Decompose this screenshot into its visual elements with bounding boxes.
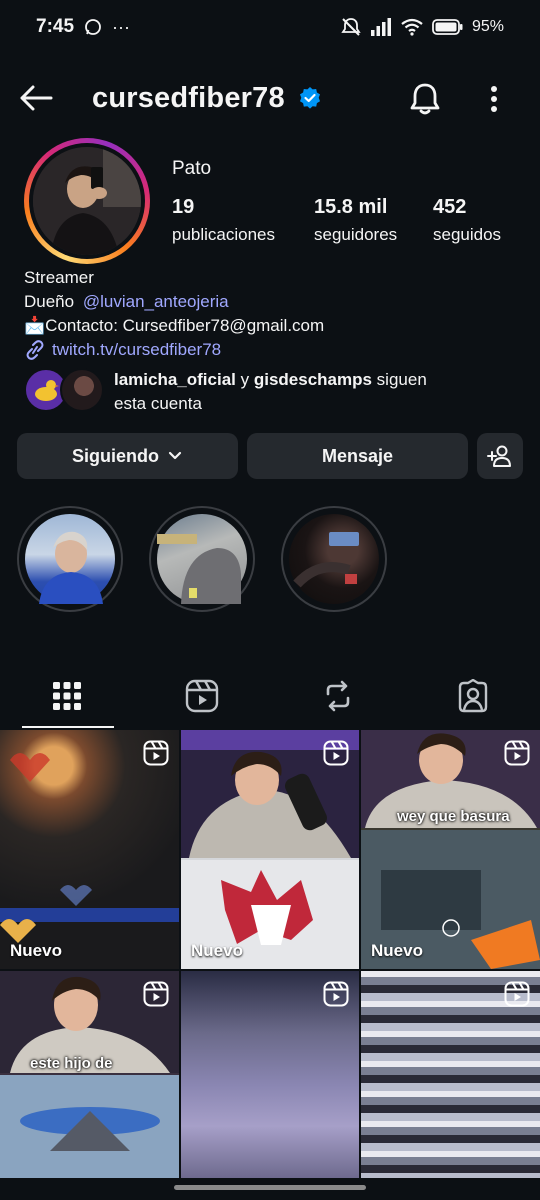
following-button-label: Siguiendo bbox=[72, 445, 159, 466]
story-highlight[interactable] bbox=[281, 506, 387, 612]
tab-reposts[interactable] bbox=[293, 666, 383, 726]
posts-label: publicaciones bbox=[172, 225, 276, 244]
new-post-label: Nuevo bbox=[10, 941, 62, 960]
more-options-button[interactable] bbox=[480, 82, 508, 116]
add-person-icon bbox=[487, 445, 511, 467]
repost-icon bbox=[326, 680, 350, 712]
mutual-suffix-line2: esta cuenta bbox=[114, 394, 202, 413]
more-vertical-icon bbox=[491, 86, 497, 112]
wifi-icon bbox=[400, 18, 424, 36]
whatsapp-icon bbox=[84, 18, 102, 36]
threads-mention-link[interactable]: @luvian_anteojeria bbox=[83, 290, 229, 314]
tab-reels[interactable] bbox=[157, 666, 247, 726]
reels-icon bbox=[185, 679, 219, 713]
mutual-suffix: siguen bbox=[371, 370, 427, 389]
story-highlight-cover bbox=[289, 514, 379, 604]
followers-count: 15.8 mil bbox=[314, 196, 388, 218]
mutual-connector: y bbox=[235, 370, 254, 389]
link-icon bbox=[26, 340, 44, 360]
reel-indicator-icon bbox=[143, 740, 169, 766]
grid-post[interactable] bbox=[181, 971, 359, 1178]
bio-contact: 📩Contacto: Cursedfiber78@gmail.com bbox=[24, 316, 325, 335]
battery-icon bbox=[432, 18, 464, 36]
active-tab-indicator bbox=[22, 726, 114, 728]
grid-icon bbox=[53, 682, 81, 710]
battery-percentage: 95% bbox=[471, 18, 504, 35]
following-label: seguidos bbox=[433, 225, 502, 244]
notification-dots: ··· bbox=[112, 16, 131, 37]
grid-post[interactable] bbox=[361, 971, 540, 1178]
tab-tagged[interactable] bbox=[428, 666, 518, 726]
suggest-users-button[interactable] bbox=[477, 433, 523, 479]
tab-posts-grid[interactable] bbox=[22, 666, 112, 726]
followers-stat[interactable]: 15.8 mil seguidores bbox=[314, 196, 397, 245]
bio-owner-text: Dueño bbox=[24, 292, 75, 311]
message-button[interactable]: Mensaje bbox=[247, 433, 468, 479]
posts-stat[interactable]: 19 publicaciones bbox=[172, 196, 275, 245]
following-count: 452 bbox=[433, 196, 467, 218]
reel-indicator-icon bbox=[504, 740, 530, 766]
following-dropdown-button[interactable]: Siguiendo bbox=[17, 433, 238, 479]
grid-post[interactable]: Nuevo bbox=[181, 730, 359, 969]
profile-header: cursedfiber78 bbox=[0, 68, 540, 128]
bio-external-link[interactable]: twitch.tv/cursedfiber78 bbox=[52, 338, 221, 362]
bell-icon bbox=[410, 83, 440, 115]
new-post-label: Nuevo bbox=[371, 941, 423, 960]
back-arrow-icon bbox=[20, 85, 53, 111]
story-highlight[interactable] bbox=[149, 506, 255, 612]
tagged-person-icon bbox=[458, 679, 488, 713]
profile-stats: 19 publicaciones 15.8 mil seguidores 452… bbox=[172, 196, 532, 252]
profile-bio: Streamer Dueño @luvian_anteojeria 📩Conta… bbox=[24, 266, 524, 362]
bio-line-2: Dueño @luvian_anteojeria bbox=[24, 290, 524, 314]
mutual-followers[interactable]: lamicha_oficial y gisdeschamps siguen es… bbox=[24, 368, 524, 418]
bio-line-1: Streamer bbox=[24, 268, 94, 287]
profile-content-tabs bbox=[0, 666, 540, 730]
status-bar: 7:45 ··· 95% bbox=[0, 0, 540, 54]
reel-indicator-icon bbox=[323, 740, 349, 766]
message-button-label: Mensaje bbox=[321, 445, 394, 466]
grid-post[interactable]: este hijo de bbox=[0, 971, 179, 1178]
mutual-follower-name: lamicha_oficial bbox=[114, 370, 236, 389]
avatar bbox=[33, 147, 141, 255]
reel-indicator-icon bbox=[323, 981, 349, 1007]
reel-indicator-icon bbox=[504, 981, 530, 1007]
mutual-follower-name: gisdeschamps bbox=[253, 370, 372, 389]
post-caption-overlay: wey que basura bbox=[397, 808, 510, 825]
reel-indicator-icon bbox=[143, 981, 169, 1007]
status-time: 7:45 bbox=[36, 16, 75, 37]
bio-link-row[interactable]: twitch.tv/cursedfiber78 bbox=[24, 338, 524, 362]
story-highlight-cover bbox=[157, 514, 247, 604]
posts-count: 19 bbox=[172, 196, 195, 218]
grid-post[interactable]: Nuevo bbox=[0, 730, 179, 969]
profile-display-name: Pato bbox=[172, 158, 212, 179]
notifications-bell-button[interactable] bbox=[406, 80, 444, 118]
mutual-follower-avatar bbox=[60, 368, 104, 412]
signal-icon bbox=[370, 18, 392, 36]
story-highlight[interactable] bbox=[17, 506, 123, 612]
posts-grid: Nuevo Nuevo wey que basura Nuevo este hi… bbox=[0, 730, 540, 1178]
profile-avatar-story-ring[interactable] bbox=[24, 138, 150, 264]
new-post-label: Nuevo bbox=[191, 941, 243, 960]
followers-label: seguidores bbox=[314, 225, 398, 244]
profile-username: cursedfiber78 bbox=[92, 81, 285, 114]
back-button[interactable] bbox=[18, 80, 54, 116]
grid-post[interactable]: wey que basura Nuevo bbox=[361, 730, 540, 969]
following-stat[interactable]: 452 seguidos bbox=[433, 196, 501, 245]
mute-icon bbox=[340, 17, 362, 37]
chevron-down-icon bbox=[168, 451, 182, 460]
story-highlight-cover bbox=[25, 514, 115, 604]
verified-badge-icon bbox=[299, 87, 320, 109]
mutual-followers-text: lamicha_oficial y gisdeschamps siguen es… bbox=[114, 368, 427, 416]
gesture-home-bar[interactable] bbox=[174, 1185, 366, 1190]
post-caption-overlay: este hijo de bbox=[30, 1055, 113, 1072]
